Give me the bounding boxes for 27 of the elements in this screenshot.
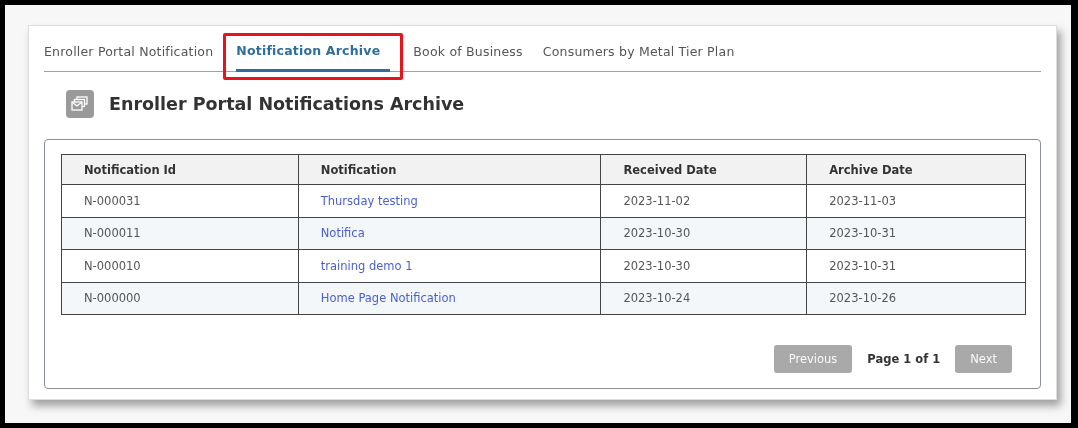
page-title: Enroller Portal Notifications Archive	[109, 94, 465, 114]
tab[interactable]: Notification Archive	[236, 39, 391, 72]
column-header: Notification Id	[61, 154, 299, 185]
notification-link[interactable]: Thursday testing	[298, 184, 601, 217]
notification-link[interactable]: training demo 1	[298, 249, 601, 282]
table-cell: 2023-10-26	[806, 282, 1026, 315]
messages-icon	[66, 90, 94, 118]
notification-link[interactable]: Home Page Notification	[298, 282, 601, 315]
notification-link[interactable]: Notifica	[298, 217, 601, 250]
table-cell: 2023-10-31	[806, 249, 1026, 282]
column-header: Received Date	[600, 154, 807, 185]
tab[interactable]: Consumers by Metal Tier Plan	[532, 40, 745, 71]
table-cell: N-000000	[61, 282, 299, 315]
table-cell: 2023-11-03	[806, 184, 1026, 217]
table-cell: N-000010	[61, 249, 299, 282]
table-cell: 2023-10-30	[600, 217, 807, 250]
table-cell: 2023-10-24	[600, 282, 807, 315]
column-header: Archive Date	[806, 154, 1026, 185]
page-indicator: Page 1 of 1	[867, 352, 941, 366]
tab[interactable]: Book of Business	[403, 40, 533, 71]
table-cell: 2023-10-30	[600, 249, 807, 282]
table-cell: 2023-11-02	[600, 184, 807, 217]
table-cell: N-000011	[61, 217, 299, 250]
table-cell: 2023-10-31	[806, 217, 1026, 250]
table-cell: N-000031	[61, 184, 299, 217]
tab[interactable]: Enroller Portal Notification	[44, 40, 224, 71]
column-header: Notification	[298, 154, 601, 185]
